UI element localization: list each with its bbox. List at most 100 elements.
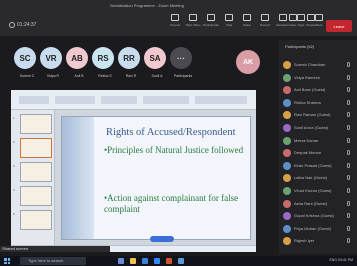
share-button[interactable]: Share [240, 14, 254, 30]
participants-button[interactable]: Participants [203, 14, 219, 30]
windows-start-icon[interactable] [4, 258, 10, 264]
mic-muted-icon [347, 62, 350, 67]
participant-name: Rajesh Iyer [294, 238, 315, 244]
mic-muted-icon [347, 137, 350, 143]
avatar: RS [92, 47, 114, 69]
meeting-timer: 01:24:37 [17, 22, 37, 28]
mic-muted-icon [347, 87, 350, 93]
mic-muted-icon [347, 150, 350, 156]
toolbar-button-label: Record [260, 23, 270, 27]
participant-list-item[interactable]: Rajesh Iyer [283, 236, 355, 246]
participant-name: Participants [173, 74, 193, 78]
mic-muted-icon [347, 74, 350, 80]
participant-tile[interactable]: ··· Participants [164, 44, 204, 84]
participant-name: Anil Bose (Guest) [294, 87, 326, 93]
avatar: SC [14, 47, 36, 69]
slide-thumbnail[interactable] [20, 186, 52, 206]
participant-name: Sunil Arora (Guest) [294, 125, 329, 130]
slide-thumbnail[interactable] [20, 162, 52, 182]
mic-muted-icon [347, 162, 350, 168]
avatar [283, 224, 291, 233]
mic-muted-icon [347, 238, 350, 244]
browser-icon[interactable] [142, 258, 148, 264]
toolbar-button-label: Start Video [185, 23, 201, 27]
avatar: AB [66, 47, 88, 69]
participant-list-item[interactable]: Rekha Sharma [283, 98, 355, 108]
shared-screen[interactable]: 1 2 3 4 5 Rights of Accused/Respondent •… [11, 90, 256, 252]
avatar [283, 161, 291, 170]
toolbar-button-label: People [306, 23, 316, 27]
avatar [283, 212, 291, 221]
slide-thumbnail-selected[interactable] [20, 138, 52, 158]
record-button[interactable]: Record [258, 14, 272, 30]
participant-name: Meera Kumar [294, 137, 319, 143]
avatar [283, 98, 291, 107]
zoom-app-icon[interactable] [154, 258, 160, 264]
avatar: VR [40, 47, 62, 69]
mic-muted-icon [347, 213, 350, 219]
meeting-toolbar: Sensitization Programme - Zoom Meeting 0… [0, 0, 357, 36]
people-icon [307, 14, 315, 21]
self-view-avatar[interactable]: AK [236, 50, 260, 74]
participant-name: Priya Mohan (Guest) [294, 225, 331, 231]
people-button[interactable]: People [304, 14, 318, 30]
participant-list-item[interactable]: Meera Kumar [283, 136, 355, 146]
avatar [283, 237, 291, 246]
participants-panel-header: Participants (52) [285, 44, 315, 49]
toolbar-button-label: Participants [203, 23, 219, 27]
avatar [283, 86, 291, 95]
system-tray-clock[interactable]: ENG 03:41 PM [329, 258, 353, 262]
share-icon [243, 14, 251, 21]
slide-thumbnail-panel: 1 2 3 4 5 [11, 110, 55, 248]
screen-share-indicator[interactable] [150, 236, 174, 242]
presentation-slide: Rights of Accused/Respondent •Principles… [61, 116, 251, 240]
start-video-button[interactable]: Start Video [186, 14, 200, 30]
slide-title: Rights of Accused/Respondent [106, 127, 236, 138]
participant-name: Kiran Prasad (Guest) [294, 162, 332, 168]
view-icon [289, 14, 297, 21]
view-button[interactable]: View [286, 14, 300, 30]
participant-list-item[interactable]: Latha Nair (Guest) [283, 173, 355, 183]
avatar [283, 136, 291, 145]
participants-panel: Participants (52) Suresh Chandran Vidya R… [279, 40, 357, 254]
mic-muted-icon [347, 99, 350, 105]
avatar [283, 111, 291, 120]
mic-muted-icon [347, 200, 350, 206]
participant-list-item[interactable]: Asha Rani (Guest) [283, 199, 355, 209]
unmute-button[interactable]: Unmute [168, 14, 182, 30]
video-icon [189, 14, 197, 21]
chat-button[interactable]: Chat [222, 14, 236, 30]
participant-list-item[interactable]: Sunil Arora (Guest) [283, 123, 355, 133]
avatar [283, 124, 291, 132]
participant-list-item[interactable]: Priya Mohan (Guest) [283, 224, 355, 234]
participant-list-item[interactable]: Vidya Ramesh [283, 73, 355, 83]
avatar [283, 149, 291, 158]
participant-list-item[interactable]: Gopal Krishna (Guest) [283, 211, 355, 221]
avatar [283, 174, 291, 183]
participant-list-item[interactable]: Ravi Raman (Guest) [283, 110, 355, 120]
participant-name: Deepak Menon [294, 150, 322, 156]
participant-list-item[interactable]: Suresh Chandran [283, 60, 355, 70]
chat-icon [225, 14, 233, 21]
participant-name: Asha Rani (Guest) [294, 200, 327, 206]
participant-name: Vinod Kumar (Guest) [294, 188, 332, 193]
avatar: SA [144, 47, 166, 69]
powerpoint-icon[interactable] [166, 258, 172, 264]
word-icon[interactable] [178, 258, 184, 264]
slide-thumbnail[interactable] [20, 114, 52, 134]
toolbar-button-label: Chat [225, 23, 233, 27]
task-view-icon[interactable] [118, 258, 124, 264]
slide-bullet: •Action against complainant for false co… [104, 193, 239, 214]
taskbar-search-input[interactable]: Type here to search [20, 257, 86, 265]
file-explorer-icon[interactable] [130, 258, 136, 264]
participant-list-item[interactable]: Deepak Menon [283, 148, 355, 158]
participant-list-item[interactable]: Anil Bose (Guest) [283, 85, 355, 95]
slide-thumbnail[interactable] [20, 210, 52, 230]
participant-name: Ravi Raman (Guest) [294, 112, 331, 118]
participant-list-item[interactable]: Kiran Prasad (Guest) [283, 161, 355, 171]
audio-icon [171, 14, 179, 21]
participant-list-item[interactable]: Vinod Kumar (Guest) [283, 186, 355, 196]
leave-button[interactable]: Leave [326, 20, 352, 32]
toolbar-button-label: View [289, 23, 297, 27]
mic-muted-icon [347, 225, 350, 231]
